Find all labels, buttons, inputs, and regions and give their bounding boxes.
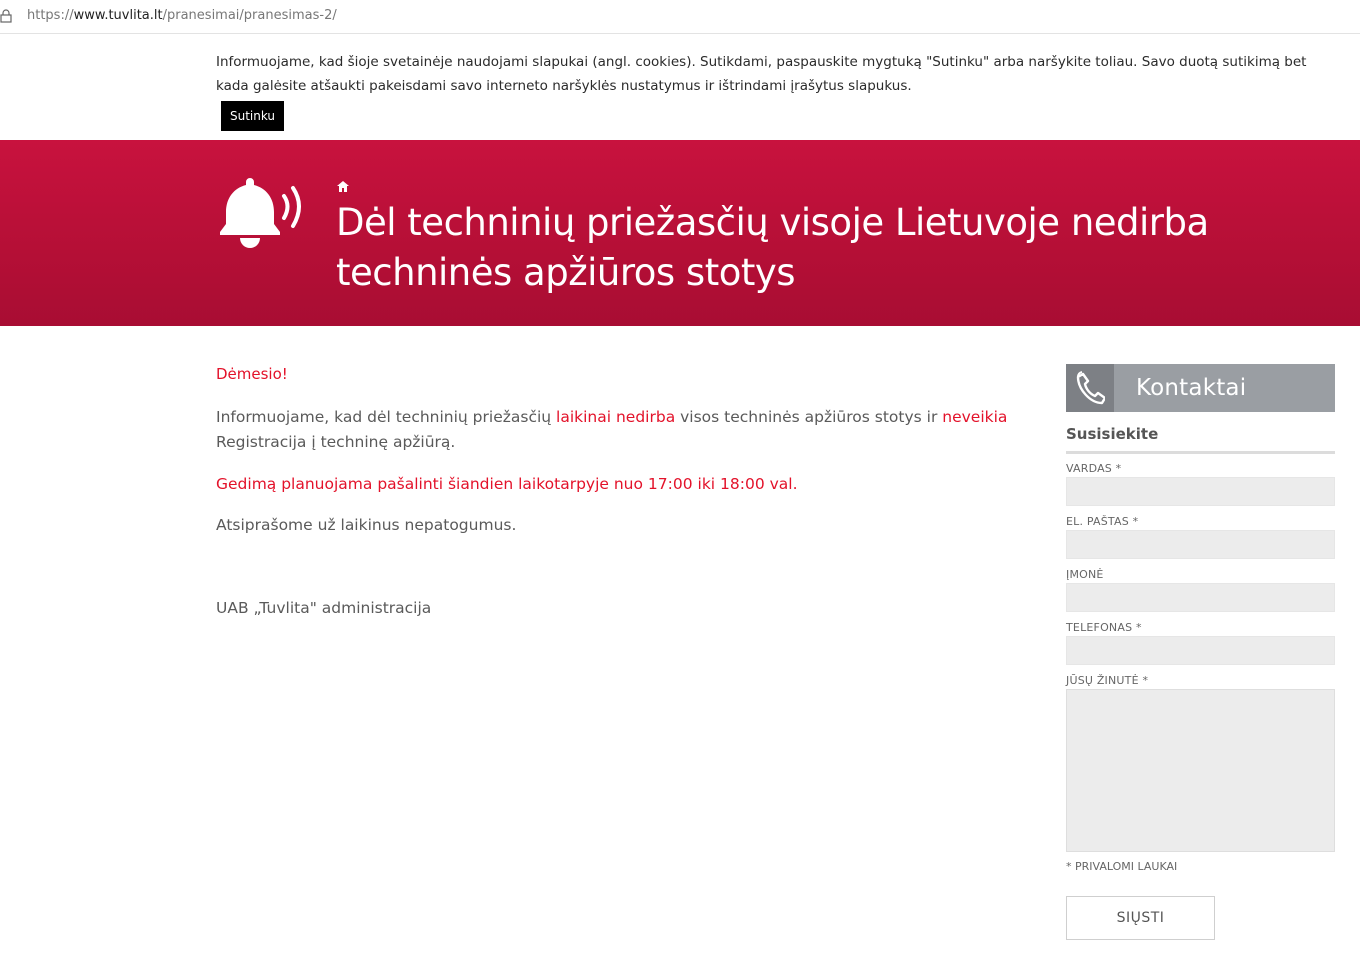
contact-title: Kontaktai xyxy=(1136,375,1247,401)
hero-banner: Dėl techninių priežasčių visoje Lietuvoj… xyxy=(0,140,1360,326)
highlight-text: neveikia xyxy=(942,408,1008,426)
lock-icon xyxy=(0,9,12,23)
repair-time-notice: Gedimą planuojama pašalinti šiandien lai… xyxy=(216,475,798,493)
text-segment: visos techninės apžiūros stotys ir xyxy=(675,408,943,426)
url-prefix: https:// xyxy=(27,8,74,23)
highlight-text: laikinai nedirba xyxy=(556,408,676,426)
company-label: ĮMONĖ xyxy=(1066,568,1104,581)
signature-text: UAB „Tuvlita" administracija xyxy=(216,599,432,617)
contact-header: Kontaktai xyxy=(1066,364,1335,412)
send-button[interactable]: SIŲSTI xyxy=(1066,896,1215,940)
message-textarea[interactable] xyxy=(1066,689,1335,852)
message-label: JŪSŲ ŽINUTĖ * xyxy=(1066,674,1149,687)
apology-text: Atsiprašome už laikinus nepatogumus. xyxy=(216,516,517,534)
phone-label: TELEFONAS * xyxy=(1066,621,1142,634)
article-paragraph: Informuojame, kad dėl techninių priežasč… xyxy=(216,405,1016,455)
address-bar[interactable]: https://www.tuvlita.lt/pranesimai/pranes… xyxy=(0,0,1360,34)
required-note: * PRIVALOMI LAUKAI xyxy=(1066,860,1178,873)
url-path: /pranesimai/pranesimas-2/ xyxy=(162,8,337,23)
email-field[interactable] xyxy=(1066,530,1335,559)
contact-subtitle: Susisiekite xyxy=(1066,425,1335,454)
url-host: www.tuvlita.lt xyxy=(73,8,163,23)
company-field[interactable] xyxy=(1066,583,1335,612)
text-segment: Informuojame, kad dėl techninių priežasč… xyxy=(216,408,557,426)
phone-field[interactable] xyxy=(1066,636,1335,665)
name-field[interactable] xyxy=(1066,477,1335,506)
phone-icon-box xyxy=(1066,364,1114,412)
attention-heading: Dėmesio! xyxy=(216,365,288,383)
email-label: EL. PAŠTAS * xyxy=(1066,515,1139,528)
cookie-accept-button[interactable]: Sutinku xyxy=(221,101,284,131)
phone-icon xyxy=(1076,371,1105,405)
name-label: VARDAS * xyxy=(1066,462,1122,475)
home-icon[interactable] xyxy=(337,181,349,192)
page-title: Dėl techninių priežasčių visoje Lietuvoj… xyxy=(336,201,1209,294)
bell-ringing-icon xyxy=(220,178,301,248)
cookie-notice-text: Informuojame, kad šioje svetainėje naudo… xyxy=(216,54,1307,94)
url-text[interactable]: https://www.tuvlita.lt/pranesimai/pranes… xyxy=(27,8,337,23)
text-segment: Registracija į techninę apžiūrą. xyxy=(216,433,456,451)
